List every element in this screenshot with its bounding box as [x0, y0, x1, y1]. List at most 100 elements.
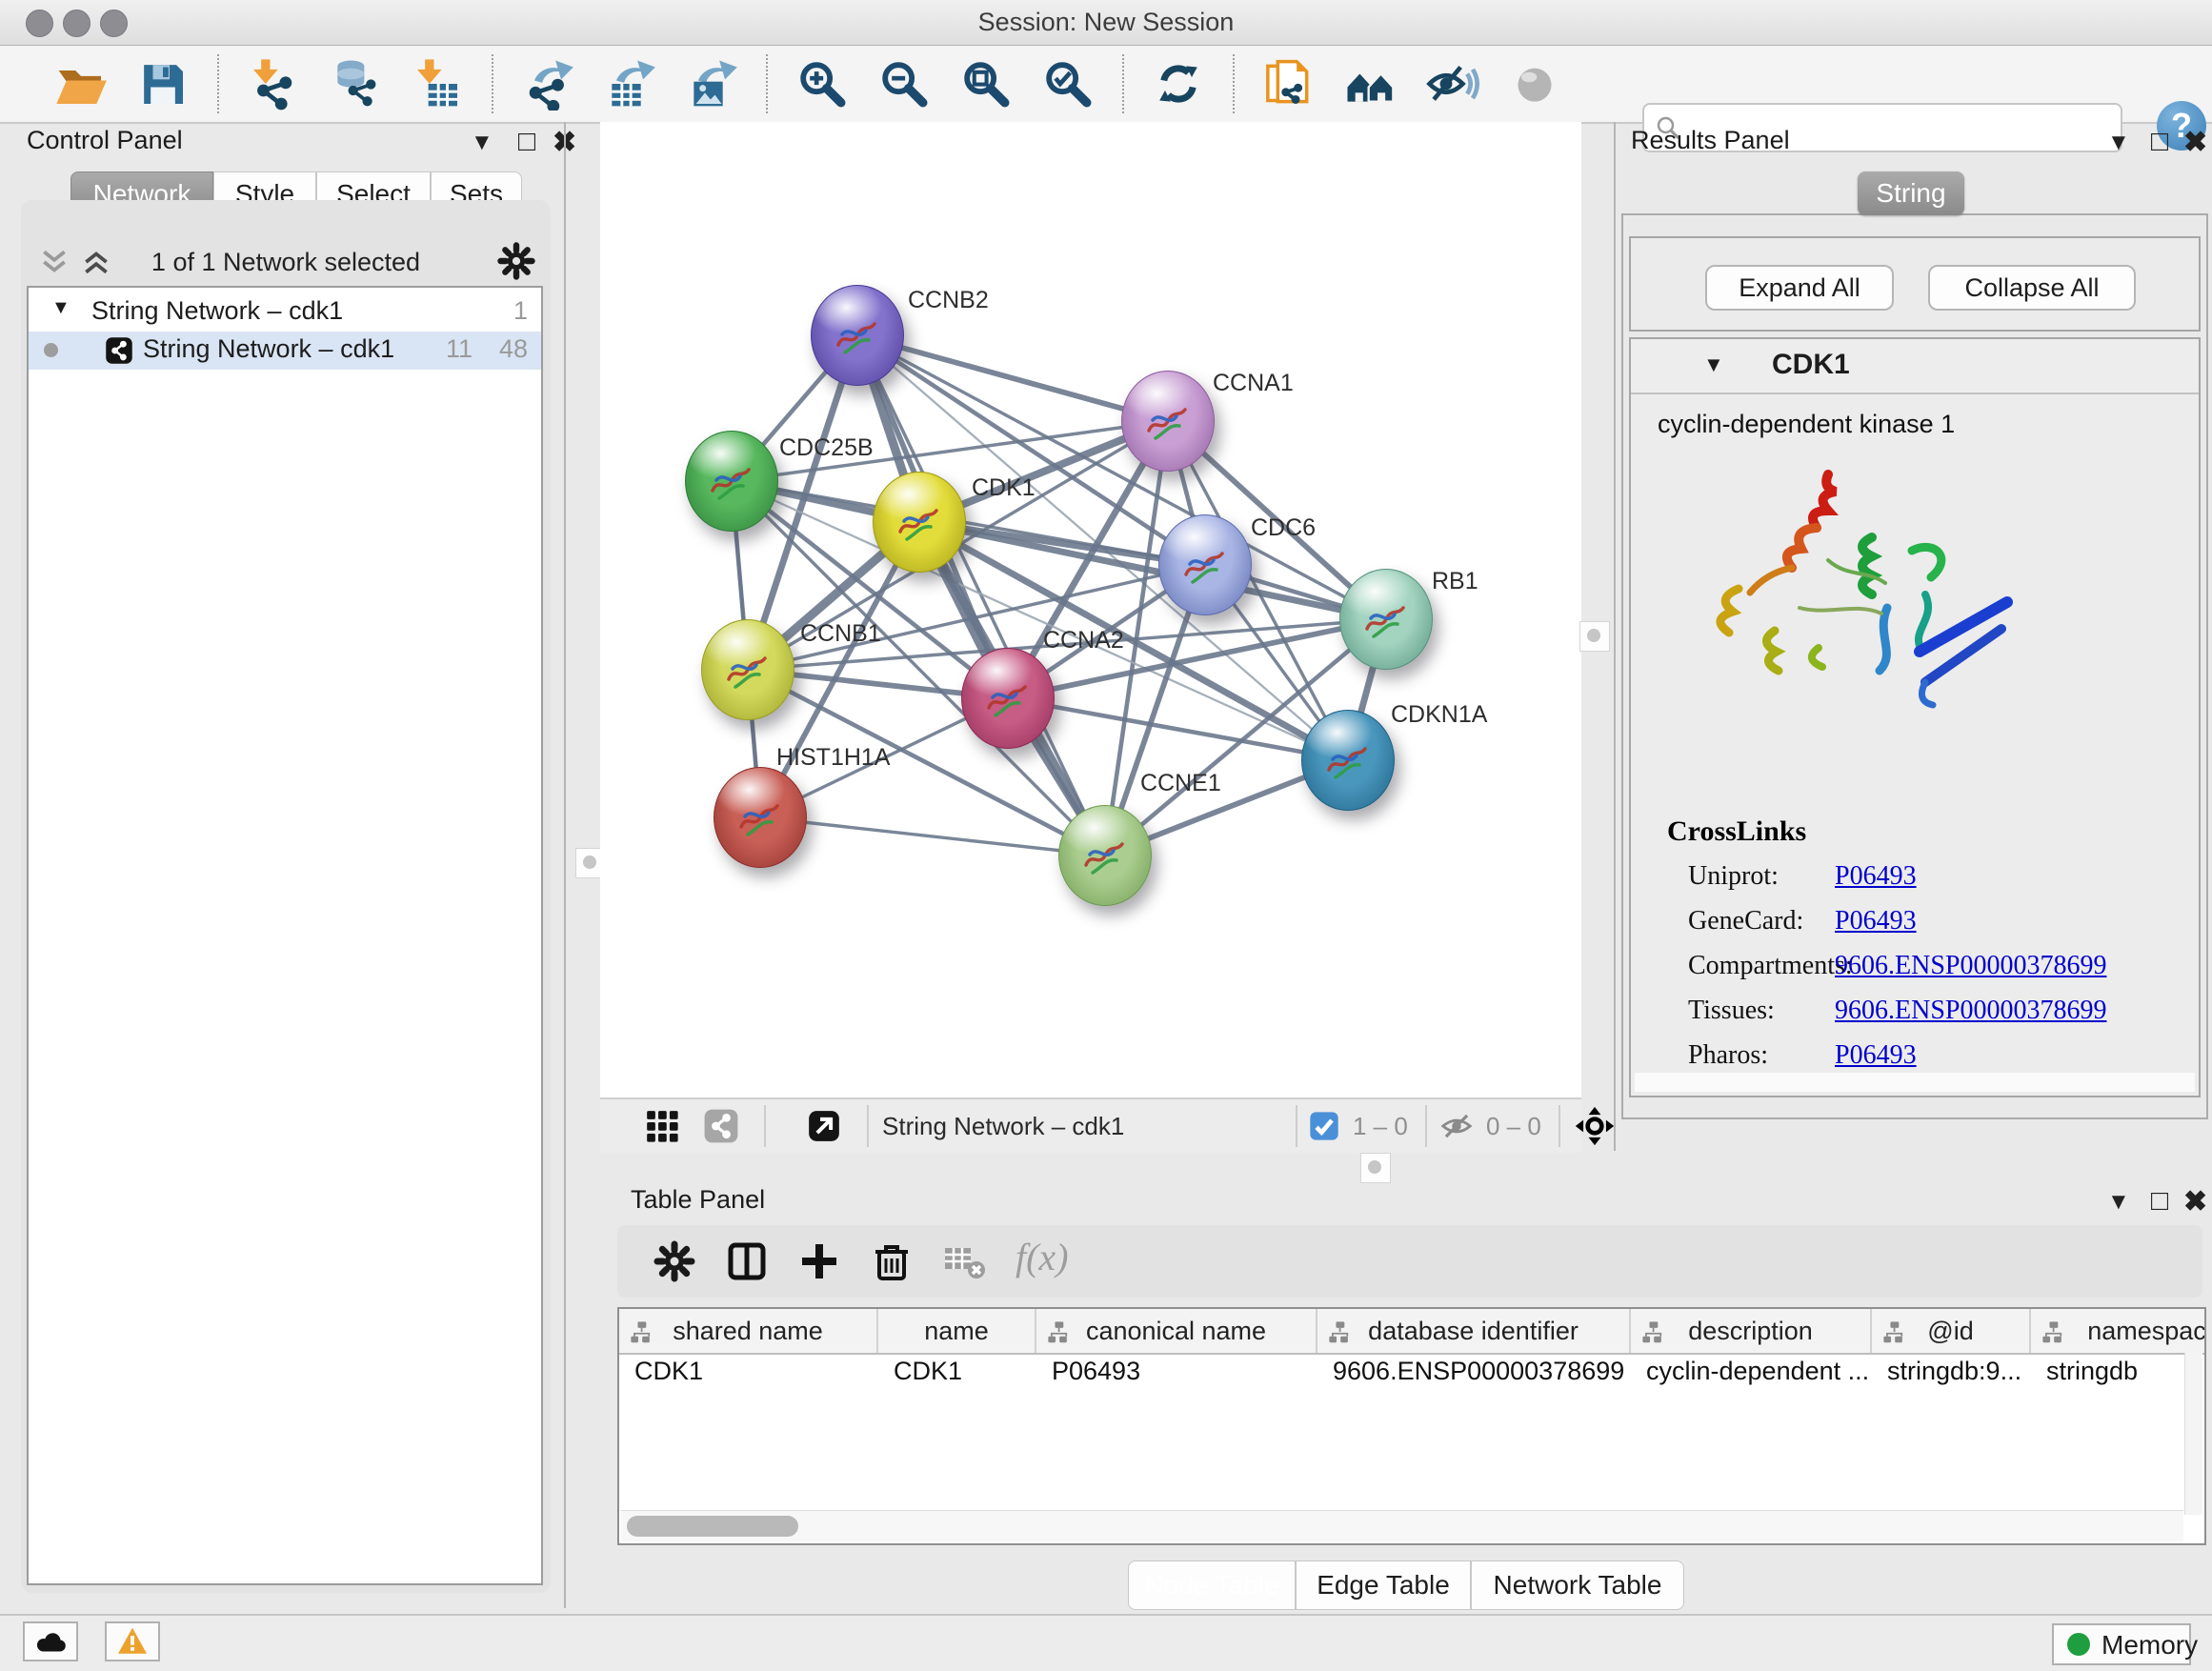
delete-table-icon[interactable] — [941, 1238, 987, 1284]
gene-section-header[interactable]: ▼ CDK1 — [1631, 339, 2199, 394]
export-image-icon[interactable] — [685, 57, 738, 111]
node-ccnb2[interactable] — [811, 285, 904, 386]
save-session-icon[interactable] — [136, 57, 190, 111]
crosslink-link[interactable]: P06493 — [1835, 1040, 1917, 1071]
node-hist1h1a[interactable] — [714, 767, 807, 868]
import-network-from-database-icon[interactable] — [329, 57, 382, 111]
export-network-icon[interactable] — [521, 57, 574, 111]
network-edge[interactable] — [760, 817, 1105, 856]
table-panel-menu-icon[interactable]: ▼ — [2107, 1189, 2130, 1216]
table-cell[interactable]: CDK1 — [634, 1357, 875, 1397]
export-table-icon[interactable] — [603, 57, 656, 111]
warnings-button[interactable] — [105, 1621, 160, 1661]
zoom-fit-icon[interactable] — [959, 57, 1013, 111]
fit-content-crosshair-icon[interactable] — [1574, 1105, 1616, 1147]
right-splitter-handle[interactable] — [1579, 621, 1610, 652]
table-cell[interactable]: CDK1 — [894, 1357, 1033, 1397]
hidden-eye-icon[interactable] — [1438, 1108, 1475, 1144]
crosslink-link[interactable]: 9606.ENSP00000378699 — [1835, 951, 2106, 981]
table-cell[interactable]: stringdb:9... — [1887, 1357, 2027, 1397]
table-options-gear-icon[interactable] — [652, 1238, 697, 1284]
control-panel-float-icon[interactable]: □ — [518, 126, 535, 158]
crosslink-link[interactable]: P06493 — [1835, 861, 1917, 892]
tab-network-table[interactable]: Network Table — [1471, 1560, 1684, 1610]
table-cell[interactable]: P06493 — [1052, 1357, 1314, 1397]
show-columns-icon[interactable] — [724, 1238, 770, 1284]
network-edge[interactable] — [857, 335, 1168, 421]
grid-view-icon[interactable] — [644, 1108, 680, 1144]
network-canvas[interactable]: CCNB2CCNA1CDC25BCDK1CDC6RB1CCNB1CCNA2CDK… — [600, 122, 1581, 1097]
node-label-ccne1: CCNE1 — [1140, 770, 1221, 797]
column-header-database-identifier[interactable]: database identifier — [1317, 1309, 1631, 1353]
crosslinks-title: CrossLinks — [1667, 815, 1806, 848]
column-header-name[interactable]: name — [878, 1309, 1036, 1353]
presentation-sphere-icon[interactable] — [1508, 57, 1561, 111]
table-panel-float-icon[interactable]: □ — [2151, 1185, 2168, 1218]
node-cdkn1a[interactable] — [1301, 710, 1395, 811]
network-view-icon[interactable] — [703, 1108, 739, 1144]
column-header-canonical-name[interactable]: canonical name — [1036, 1309, 1317, 1353]
hide-unhide-icon[interactable] — [1426, 57, 1479, 111]
node-cdc25b[interactable] — [685, 431, 778, 532]
network-options-gear-icon[interactable] — [495, 240, 537, 282]
node-rb1[interactable] — [1339, 569, 1433, 670]
crosslink-row: Tissues:9606.ENSP00000378699 — [1631, 996, 2199, 1034]
column-header-shared-name[interactable]: shared name — [619, 1309, 878, 1353]
column-header-namespace[interactable]: namespace — [2031, 1309, 2206, 1353]
column-header-description[interactable]: description — [1631, 1309, 1872, 1353]
node-ccne1[interactable] — [1058, 805, 1152, 906]
string-document-icon[interactable] — [1262, 57, 1316, 111]
refresh-network-icon[interactable] — [1152, 57, 1205, 111]
results-panel-menu-icon[interactable]: ▼ — [2107, 130, 2130, 156]
collapse-all-button[interactable]: Collapse All — [1928, 265, 2136, 311]
home-icon[interactable] — [1344, 57, 1398, 111]
zoom-in-icon[interactable] — [795, 57, 849, 111]
bottom-splitter-handle[interactable] — [1360, 1153, 1391, 1183]
node-ccna1[interactable] — [1121, 371, 1215, 472]
node-cdk1[interactable] — [873, 472, 966, 573]
tab-string[interactable]: String — [1858, 171, 1964, 215]
function-builder-icon[interactable]: f(x) — [1016, 1235, 1069, 1279]
control-panel-menu-icon[interactable]: ▼ — [471, 130, 493, 156]
table-panel-close-icon[interactable]: ✖ — [2183, 1185, 2207, 1218]
table-cell[interactable]: cyclin-dependent ... — [1646, 1357, 1868, 1397]
table-cell[interactable]: 9606.ENSP00000378699 — [1333, 1357, 1627, 1397]
selected-checkbox-icon[interactable] — [1309, 1111, 1339, 1141]
table-vertical-scrollbar[interactable] — [2184, 1353, 2202, 1515]
results-panel-close-icon[interactable]: ✖ — [2183, 126, 2207, 159]
detach-view-icon[interactable] — [806, 1108, 842, 1144]
import-network-from-file-icon[interactable] — [247, 57, 300, 111]
tab-edge-table[interactable]: Edge Table — [1296, 1560, 1471, 1610]
crosslink-row: GeneCard:P06493 — [1631, 906, 2199, 944]
network-collection-row[interactable]: ▼ String Network – cdk1 1 — [29, 293, 541, 332]
import-table-from-file-icon[interactable] — [411, 57, 464, 111]
table-toolbar: f(x) — [617, 1225, 2202, 1298]
add-column-icon[interactable] — [796, 1238, 842, 1284]
node-ccnb1[interactable] — [701, 619, 794, 720]
cloud-button[interactable] — [23, 1621, 78, 1661]
network-edge[interactable] — [748, 565, 1205, 670]
expand-all-button[interactable]: Expand All — [1705, 265, 1894, 311]
network-row-selected[interactable]: String Network – cdk1 11 48 — [29, 332, 541, 370]
table-horizontal-scrollbar[interactable] — [621, 1510, 2183, 1541]
node-cdc6[interactable] — [1158, 514, 1252, 615]
crosslink-link[interactable]: 9606.ENSP00000378699 — [1835, 996, 2106, 1026]
node-ccna2[interactable] — [961, 648, 1055, 749]
memory-button[interactable]: Memory — [2052, 1623, 2191, 1665]
scrollbar-thumb[interactable] — [627, 1516, 798, 1537]
zoom-out-icon[interactable] — [877, 57, 931, 111]
crosslink-link[interactable]: P06493 — [1835, 906, 1917, 936]
protein-thumbnail-icon — [1176, 538, 1234, 595]
zoom-selected-icon[interactable] — [1041, 57, 1095, 111]
results-panel-title: Results Panel — [1631, 126, 1790, 155]
gene-collapse-triangle-icon[interactable]: ▼ — [1703, 352, 1724, 377]
delete-column-trash-icon[interactable] — [869, 1238, 915, 1284]
gene-scrollbar-track[interactable] — [1635, 1073, 2195, 1092]
table-cell[interactable]: stringdb — [2046, 1357, 2206, 1397]
column-header--id[interactable]: @id — [1872, 1309, 2031, 1353]
selected-node-edge-counts: 1 – 0 — [1353, 1112, 1408, 1141]
collapse-triangle-icon[interactable]: ▼ — [51, 297, 70, 319]
results-panel-float-icon[interactable]: □ — [2151, 126, 2168, 158]
tab-node-table[interactable]: Node Table — [1128, 1560, 1296, 1610]
open-file-icon[interactable] — [54, 57, 108, 111]
